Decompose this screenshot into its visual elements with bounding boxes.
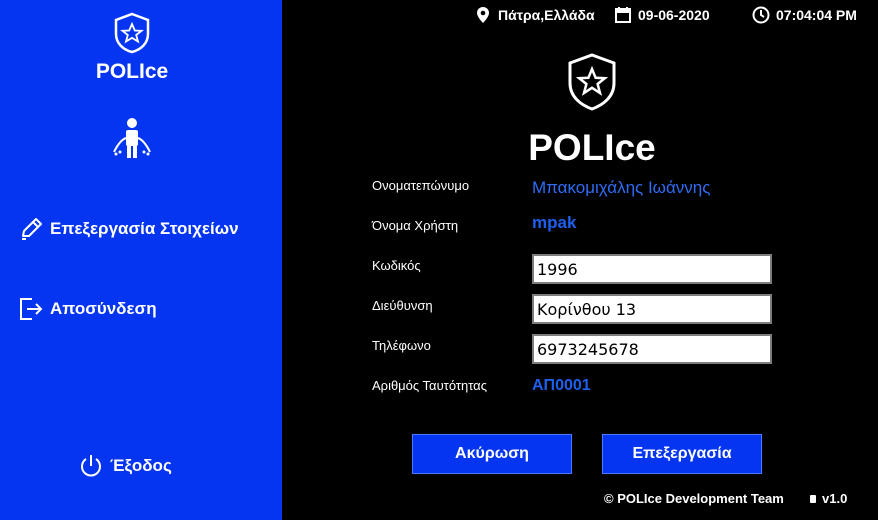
location-text: Πάτρα,Ελλάδα	[498, 7, 595, 23]
officer-avatar-icon	[113, 118, 151, 158]
username-label: Όνομα Χρήστη	[372, 218, 459, 233]
police-badge-icon	[114, 12, 150, 54]
cancel-button[interactable]: Ακύρωση	[412, 434, 572, 474]
calendar-icon	[615, 7, 631, 23]
id-number-label: Αριθμός Ταυτότητας	[372, 378, 487, 393]
footer-copyright: © POLIce Development Team	[604, 491, 784, 506]
edit-button[interactable]: Επεξεργασία	[602, 434, 762, 474]
fullname-value: Μπακομιχάλης Ιωάννης	[532, 178, 711, 197]
location-indicator: Πάτρα,Ελλάδα	[474, 4, 595, 26]
exit-label: Έξοδος	[110, 456, 172, 475]
password-label: Κωδικός	[372, 258, 421, 273]
version-dot-icon	[810, 494, 816, 503]
username-value: mpak	[532, 213, 577, 232]
sidebar: POLIce Επεξεργασία Στοιχείων Αποσύνδεση	[0, 0, 282, 520]
version-text: v1.0	[822, 491, 848, 506]
brand-title: POLIce	[95, 60, 169, 83]
sidebar-item-label: Επεξεργασία Στοιχείων	[50, 219, 239, 238]
map-pin-icon	[477, 7, 489, 23]
pencil-icon	[22, 218, 42, 240]
sidebar-item-label: Αποσύνδεση	[50, 299, 157, 318]
sidebar-item-logout[interactable]: Αποσύνδεση	[18, 296, 157, 322]
fullname-label: Ονοματεπώνυμο	[372, 178, 470, 193]
police-badge-icon	[568, 53, 616, 111]
sidebar-item-edit-details[interactable]: Επεξεργασία Στοιχείων	[18, 216, 239, 242]
date-indicator: 09-06-2020	[614, 4, 710, 26]
address-label: Διεύθυνση	[372, 298, 433, 313]
id-number-value: ΑΠ0001	[532, 377, 591, 394]
password-field[interactable]	[532, 254, 772, 284]
address-field[interactable]	[532, 294, 772, 324]
power-icon	[81, 455, 101, 477]
logout-icon	[20, 298, 43, 320]
exit-button[interactable]: Έξοδος	[78, 453, 172, 479]
footer-version: v1.0	[810, 491, 847, 506]
date-text: 09-06-2020	[638, 7, 710, 23]
time-text: 07:04:04 PM	[776, 7, 857, 23]
time-indicator: 07:04:04 PM	[752, 4, 857, 26]
page-title: POLIce	[528, 127, 656, 168]
phone-label: Τηλέφωνο	[372, 338, 431, 353]
phone-field[interactable]	[532, 334, 772, 364]
clock-icon	[752, 6, 770, 24]
